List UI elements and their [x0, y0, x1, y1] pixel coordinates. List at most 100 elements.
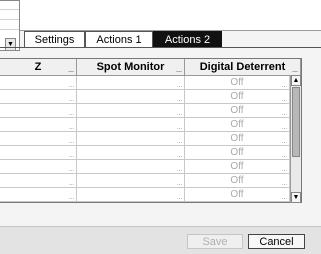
table-cell[interactable]: ...	[77, 76, 185, 89]
cell-menu-icon: ...	[68, 111, 74, 117]
cell-menu-icon: ...	[68, 153, 74, 159]
cell-menu-icon: ...	[176, 195, 182, 201]
tab-actions-1[interactable]: Actions 1	[85, 31, 153, 48]
table-cell[interactable]: ...	[0, 188, 77, 201]
popup-list-divider	[0, 9, 19, 10]
column-header-ptz[interactable]: Z ...	[0, 59, 77, 76]
table-row: ...... Off...	[0, 132, 301, 146]
table-cell[interactable]: ...	[77, 118, 185, 131]
scroll-down-icon[interactable]: ▼	[291, 192, 301, 203]
table-row: ...... Off...	[0, 104, 301, 118]
cell-menu-icon: ...	[176, 153, 182, 159]
cancel-button[interactable]: Cancel	[248, 234, 305, 249]
cell-menu-icon: ...	[281, 83, 287, 89]
cell-menu-icon: ...	[281, 181, 287, 187]
popup-list: ▼	[0, 0, 20, 51]
cell-menu-icon: ...	[281, 111, 287, 117]
column-header-digital-deterrent[interactable]: Digital Deterrent ...	[185, 59, 301, 76]
table-cell[interactable]: ...	[77, 188, 185, 201]
save-button[interactable]: Save	[187, 234, 243, 249]
cell-menu-icon: ...	[68, 181, 74, 187]
table-cell[interactable]: ...	[77, 132, 185, 145]
tab-label: Settings	[34, 33, 75, 46]
table-cell[interactable]: ...	[0, 146, 77, 159]
table-row: ...... Off...	[0, 188, 301, 202]
table-cell[interactable]: ...	[0, 90, 77, 103]
popup-scroll-down-icon[interactable]: ▼	[5, 38, 16, 51]
table-cell[interactable]: ...	[0, 174, 77, 187]
popup-list-divider	[0, 19, 19, 20]
cell-menu-icon: ...	[176, 83, 182, 89]
cell-value: Off	[230, 175, 244, 186]
cell-value: Off	[230, 77, 244, 88]
table-cell[interactable]: ...	[77, 174, 185, 187]
cell-menu-icon: ...	[281, 97, 287, 103]
column-header-label: Spot Monitor	[96, 61, 165, 73]
cell-menu-icon: ...	[281, 167, 287, 173]
column-header-spot-monitor[interactable]: Spot Monitor ...	[77, 59, 185, 76]
table-row: ...... Off...	[0, 146, 301, 160]
cell-value: Off	[230, 105, 244, 116]
cell-menu-icon: ...	[176, 125, 182, 131]
table-cell[interactable]: ...	[0, 132, 77, 145]
tab-label: Actions 1	[96, 33, 142, 46]
cell-menu-icon: ...	[281, 195, 287, 201]
cell-menu-icon: ...	[176, 111, 182, 117]
table-cell[interactable]: Off...	[185, 174, 290, 187]
table-row: ...... Off...	[0, 76, 301, 90]
cell-menu-icon: ...	[281, 139, 287, 145]
cell-value: Off	[230, 189, 244, 200]
table-cell[interactable]: Off...	[185, 76, 290, 89]
table-cell[interactable]: ...	[77, 146, 185, 159]
cell-menu-icon: ...	[176, 97, 182, 103]
table-row: ...... Off...	[0, 160, 301, 174]
cell-menu-icon: ...	[176, 139, 182, 145]
tab-actions-2[interactable]: Actions 2	[153, 31, 222, 48]
scroll-thumb[interactable]	[292, 87, 300, 157]
table-cell[interactable]: Off...	[185, 118, 290, 131]
cell-value: Off	[230, 91, 244, 102]
table-row: ...... Off...	[0, 118, 301, 132]
table-cell[interactable]: Off...	[185, 90, 290, 103]
cell-menu-icon: ...	[68, 97, 74, 103]
cell-menu-icon: ...	[68, 195, 74, 201]
tab-settings[interactable]: Settings	[24, 31, 85, 48]
cell-menu-icon: ...	[68, 83, 74, 89]
cell-menu-icon: ...	[281, 125, 287, 131]
cell-value: Off	[230, 133, 244, 144]
table-cell[interactable]: ...	[77, 104, 185, 117]
cell-menu-icon: ...	[281, 153, 287, 159]
column-menu-icon: ...	[176, 67, 182, 74]
table-cell[interactable]: ...	[0, 104, 77, 117]
cell-value: Off	[230, 147, 244, 158]
cell-menu-icon: ...	[68, 167, 74, 173]
scroll-up-icon[interactable]: ▲	[291, 75, 301, 86]
table-cell[interactable]: Off...	[185, 160, 290, 173]
cell-menu-icon: ...	[68, 125, 74, 131]
table-cell[interactable]: ...	[77, 160, 185, 173]
table-cell[interactable]: Off...	[185, 146, 290, 159]
table-cell[interactable]: ...	[77, 90, 185, 103]
table-cell[interactable]: ...	[0, 160, 77, 173]
actions-table: Z ... Spot Monitor ... Digital Deterrent…	[0, 58, 302, 203]
cell-value: Off	[230, 119, 244, 130]
cell-menu-icon: ...	[176, 181, 182, 187]
table-row: ...... Off...	[0, 174, 301, 188]
table-cell[interactable]: Off...	[185, 104, 290, 117]
popup-list-divider	[0, 29, 19, 30]
tab-underline	[0, 47, 321, 48]
arrow-down-icon: ▼	[292, 194, 300, 201]
table-cell[interactable]: Off...	[185, 132, 290, 145]
table-row: ...... Off...	[0, 90, 301, 104]
tab-label: Actions 2	[164, 33, 211, 46]
column-menu-icon: ...	[292, 67, 298, 74]
table-cell[interactable]: ...	[0, 118, 77, 131]
table-cell[interactable]: ...	[0, 76, 77, 89]
arrow-up-icon: ▲	[292, 77, 300, 84]
cell-menu-icon: ...	[68, 139, 74, 145]
cell-value: Off	[230, 161, 244, 172]
table-scrollbar[interactable]: ▲ ▼	[290, 75, 301, 203]
cancel-label: Cancel	[259, 235, 294, 248]
column-menu-icon: ...	[68, 67, 74, 74]
table-cell[interactable]: Off...	[185, 188, 290, 201]
